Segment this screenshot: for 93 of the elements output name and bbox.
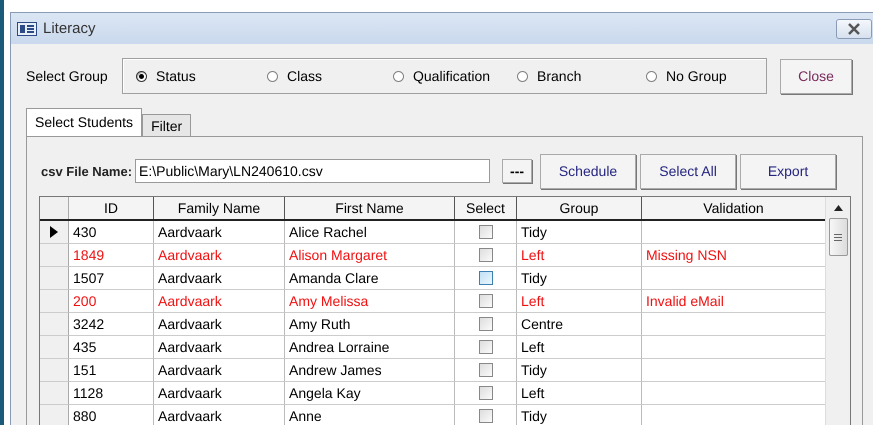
- table-cell: Andrea Lorraine: [285, 336, 455, 359]
- radio-button[interactable]: [517, 70, 528, 82]
- radio-button[interactable]: [136, 70, 147, 82]
- radio-label: No Group: [666, 68, 727, 84]
- radio-label: Status: [156, 68, 196, 84]
- scrollbar[interactable]: [825, 197, 850, 425]
- scroll-up-icon[interactable]: [834, 205, 842, 211]
- field-label: csv File Name:: [41, 164, 132, 178]
- table-cell: 1507: [69, 267, 154, 290]
- table-cell: 435: [69, 336, 154, 359]
- scroll-thumb[interactable]: [828, 218, 848, 256]
- checkbox[interactable]: [478, 225, 492, 239]
- table-row[interactable]: 880 Aardvaark Anne Tidy: [40, 405, 825, 425]
- group-label: Select Group: [26, 68, 109, 84]
- table-cell: Left: [517, 290, 642, 313]
- table-cell: Tidy: [517, 267, 642, 290]
- table-cell: 430: [69, 221, 154, 244]
- table-cell: Aardvaark: [154, 244, 285, 267]
- browse-button[interactable]: ---: [502, 159, 532, 183]
- table-row[interactable]: 1849 Aardvaark Alison Margaret Left Missing NSN: [40, 244, 825, 267]
- table-cell: Tidy: [517, 359, 642, 382]
- table-cell: Amanda Clare: [285, 267, 455, 290]
- column-header[interactable]: Group: [517, 197, 642, 219]
- table-cell: Tidy: [517, 405, 642, 425]
- table-cell: Centre: [517, 313, 642, 336]
- table-cell: Aardvaark: [154, 359, 285, 382]
- radio-option[interactable]: Class: [267, 68, 393, 84]
- table-cell: Angela Kay: [285, 382, 455, 405]
- checkbox[interactable]: [478, 386, 492, 400]
- action-button[interactable]: Select All: [640, 154, 736, 188]
- radio-option[interactable]: Branch: [517, 68, 646, 84]
- table-row[interactable]: 1507 Aardvaark Amanda Clare Tidy: [40, 267, 825, 290]
- close-icon[interactable]: [836, 18, 872, 38]
- table-row[interactable]: 151 Aardvaark Andrew James Tidy: [40, 359, 825, 382]
- table-cell: Andrew James: [285, 359, 455, 382]
- radio-option[interactable]: Qualification: [393, 68, 517, 84]
- table-cell: Aardvaark: [154, 313, 285, 336]
- checkbox[interactable]: [478, 294, 492, 308]
- table-row[interactable]: 1128 Aardvaark Angela Kay Left: [40, 382, 825, 405]
- table-cell: Left: [517, 244, 642, 267]
- column-header[interactable]: First Name: [285, 197, 455, 219]
- table-cell: Aardvaark: [154, 405, 285, 425]
- checkbox[interactable]: [478, 363, 492, 377]
- table-cell: Amy Ruth: [285, 313, 455, 336]
- table-cell: Aardvaark: [154, 382, 285, 405]
- table-row[interactable]: 3242 Aardvaark Amy Ruth Centre: [40, 313, 825, 336]
- checkbox[interactable]: [478, 271, 492, 285]
- radio-button[interactable]: [267, 70, 278, 82]
- table-cell: 151: [69, 359, 154, 382]
- window-title: Literacy: [43, 20, 96, 37]
- form-icon: [17, 22, 37, 36]
- column-header[interactable]: Validation: [642, 197, 825, 219]
- column-header[interactable]: ID: [69, 197, 154, 219]
- table-cell: Left: [517, 382, 642, 405]
- radio-label: Branch: [537, 68, 582, 84]
- table-cell: Aardvaark: [154, 336, 285, 359]
- current-row-icon: [50, 226, 58, 238]
- action-button[interactable]: Schedule: [540, 154, 636, 188]
- checkbox[interactable]: [478, 409, 492, 423]
- table-cell: Aardvaark: [154, 267, 285, 290]
- table-cell: Anne: [285, 405, 455, 425]
- table-cell: Amy Melissa: [285, 290, 455, 313]
- radio-button[interactable]: [646, 70, 657, 82]
- table-cell: 1128: [69, 382, 154, 405]
- tab[interactable]: Filter: [142, 114, 192, 136]
- action-button[interactable]: Export: [740, 154, 836, 188]
- table-cell: Alice Rachel: [285, 221, 455, 244]
- checkbox[interactable]: [478, 248, 492, 262]
- table-row[interactable]: 430 Aardvaark Alice Rachel Tidy: [40, 221, 825, 244]
- table-cell: 1849: [69, 244, 154, 267]
- table-cell: Left: [517, 336, 642, 359]
- table-cell: Tidy: [517, 221, 642, 244]
- row-selector[interactable]: [40, 221, 69, 244]
- radio-label: Qualification: [413, 68, 490, 84]
- table-row[interactable]: 435 Aardvaark Andrea Lorraine Left: [40, 336, 825, 359]
- table-cell: Aardvaark: [154, 290, 285, 313]
- table-row[interactable]: 200 Aardvaark Amy Melissa Left Invalid eMail: [40, 290, 825, 313]
- column-header[interactable]: Select: [455, 197, 517, 219]
- file-name-field[interactable]: E:\Public\Mary\LN240610.csv: [135, 159, 490, 183]
- tab[interactable]: Select Students: [26, 108, 142, 136]
- table-cell: 200: [69, 290, 154, 313]
- radio-option[interactable]: No Group: [646, 68, 727, 84]
- table-cell: Aardvaark: [154, 221, 285, 244]
- radio-label: Class: [287, 68, 322, 84]
- table-cell: 880: [69, 405, 154, 425]
- close-button[interactable]: Close: [780, 58, 852, 94]
- radio-button[interactable]: [393, 70, 404, 82]
- radio-option[interactable]: Status: [136, 68, 267, 84]
- column-header[interactable]: Family Name: [154, 197, 285, 219]
- table-cell: Alison Margaret: [285, 244, 455, 267]
- checkbox[interactable]: [478, 317, 492, 331]
- table-cell: 3242: [69, 313, 154, 336]
- checkbox[interactable]: [478, 340, 492, 354]
